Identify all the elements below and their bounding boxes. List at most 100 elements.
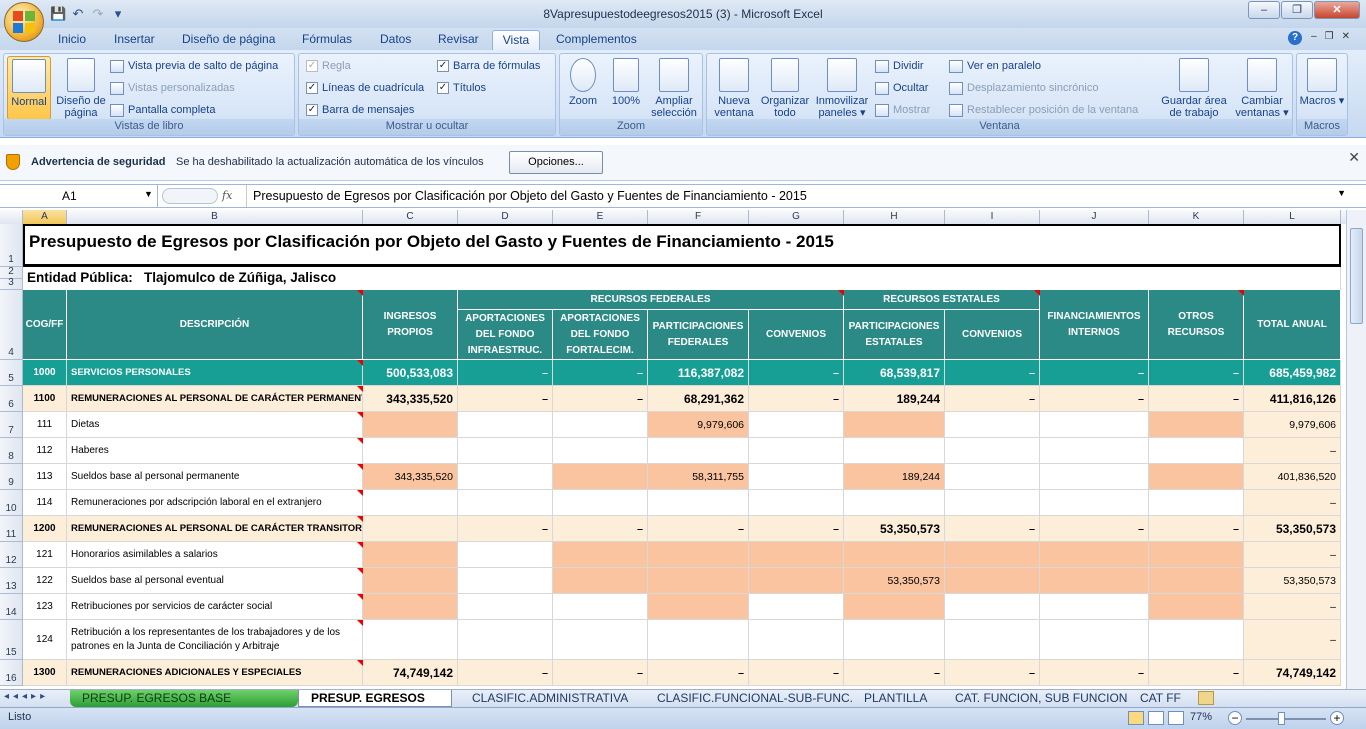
value-cell[interactable]: – — [553, 386, 648, 412]
value-cell[interactable] — [1040, 490, 1149, 516]
value-cell[interactable]: – — [553, 516, 648, 542]
value-cell[interactable] — [363, 594, 458, 620]
tab-formulas[interactable]: Fórmulas — [296, 30, 358, 50]
value-cell[interactable] — [363, 490, 458, 516]
value-cell[interactable]: 189,244 — [844, 464, 945, 490]
value-cell[interactable]: – — [1149, 386, 1244, 412]
sheet-tab[interactable]: CAT. FUNCION, SUB FUNCION — [943, 690, 1139, 707]
restore-button[interactable]: ❐ — [1281, 1, 1313, 19]
sheet-nav-icon[interactable]: ◂◂◂▸▸ — [4, 691, 49, 702]
value-cell[interactable] — [1149, 594, 1244, 620]
value-cell[interactable] — [363, 620, 458, 660]
zoom-100-button[interactable]: 100% — [608, 58, 644, 107]
row-header[interactable]: 15 — [0, 620, 23, 660]
value-cell[interactable]: – — [749, 360, 844, 386]
close-icon[interactable]: ✕ — [1348, 149, 1360, 166]
options-button[interactable]: Opciones... — [509, 151, 603, 174]
row-header[interactable]: 3 — [0, 277, 23, 290]
value-cell[interactable] — [553, 620, 648, 660]
formula-bar-handle[interactable] — [162, 188, 218, 204]
row-header[interactable]: 10 — [0, 490, 23, 516]
value-cell[interactable]: – — [1149, 516, 1244, 542]
value-cell[interactable] — [945, 568, 1040, 594]
value-cell[interactable]: 58,311,755 — [648, 464, 749, 490]
value-cell[interactable] — [553, 568, 648, 594]
header-cog[interactable]: COG/FF — [23, 290, 67, 360]
full-screen-button[interactable]: Pantalla completa — [110, 101, 215, 119]
row-header[interactable]: 11 — [0, 516, 23, 542]
customize-qat-icon[interactable]: ▾ — [110, 6, 126, 22]
column-header[interactable]: K — [1149, 210, 1244, 224]
insert-sheet-icon[interactable] — [1198, 691, 1214, 705]
value-cell[interactable]: – — [749, 516, 844, 542]
value-cell[interactable]: 68,539,817 — [844, 360, 945, 386]
tab-datos[interactable]: Datos — [374, 30, 417, 50]
value-cell[interactable]: – — [1040, 386, 1149, 412]
value-cell[interactable]: – — [1244, 594, 1341, 620]
split-button[interactable]: Dividir — [875, 57, 924, 75]
page-layout-icon[interactable] — [1148, 711, 1164, 725]
value-cell[interactable] — [945, 464, 1040, 490]
header-part-est[interactable]: PARTICIPACIONES ESTATALES — [844, 310, 945, 360]
zoom-in-icon[interactable]: + — [1330, 711, 1344, 725]
value-cell[interactable] — [648, 568, 749, 594]
value-cell[interactable]: 74,749,142 — [363, 660, 458, 686]
cog-code[interactable]: 121 — [23, 542, 67, 568]
value-cell[interactable]: – — [945, 660, 1040, 686]
insert-function-icon[interactable]: fx — [222, 185, 232, 207]
row-header[interactable]: 12 — [0, 542, 23, 568]
new-window-button[interactable]: Nueva ventana — [711, 58, 757, 119]
value-cell[interactable]: 343,335,520 — [363, 464, 458, 490]
value-cell[interactable] — [458, 568, 553, 594]
header-fondo-fort[interactable]: APORTACIONES DEL FONDO FORTALECIM. — [553, 310, 648, 360]
cog-code[interactable]: 1100 — [23, 386, 67, 412]
value-cell[interactable] — [553, 464, 648, 490]
value-cell[interactable] — [1149, 438, 1244, 464]
reset-position-button[interactable]: Restablecer posición de la ventana — [949, 101, 1138, 119]
value-cell[interactable]: – — [553, 360, 648, 386]
value-cell[interactable] — [1040, 542, 1149, 568]
value-cell[interactable] — [553, 594, 648, 620]
value-cell[interactable]: – — [648, 660, 749, 686]
header-descripcion[interactable]: DESCRIPCIÓN — [67, 290, 363, 360]
office-button[interactable] — [4, 2, 44, 42]
value-cell[interactable]: – — [1040, 516, 1149, 542]
entity-row[interactable]: Entidad Pública: Tlajomulco de Zúñiga, J… — [23, 267, 1341, 290]
header-conv-fed[interactable]: CONVENIOS — [749, 310, 844, 360]
value-cell[interactable]: 9,979,606 — [648, 412, 749, 438]
tab-insertar[interactable]: Insertar — [108, 30, 161, 50]
cog-code[interactable]: 123 — [23, 594, 67, 620]
select-all-corner[interactable] — [0, 210, 23, 224]
column-header[interactable]: C — [363, 210, 458, 224]
header-fondo-infra[interactable]: APORTACIONES DEL FONDO INFRAESTRUC. — [458, 310, 553, 360]
page-break-icon[interactable] — [1168, 711, 1184, 725]
value-cell[interactable] — [844, 412, 945, 438]
header-fin-int[interactable]: FINANCIAMIENTOS INTERNOS — [1040, 290, 1149, 360]
tab-vista[interactable]: Vista — [492, 30, 540, 50]
zoom-selection-button[interactable]: Ampliar selección — [648, 58, 700, 119]
value-cell[interactable] — [648, 594, 749, 620]
row-header[interactable]: 14 — [0, 594, 23, 620]
value-cell[interactable] — [363, 412, 458, 438]
value-cell[interactable] — [749, 438, 844, 464]
formula-bar-checkbox[interactable]: ✓ Barra de fórmulas — [437, 57, 540, 75]
row-header[interactable]: 16 — [0, 660, 23, 686]
headings-checkbox[interactable]: ✓ Títulos — [437, 79, 486, 97]
vertical-scrollbar[interactable] — [1346, 210, 1366, 689]
sheet-tab[interactable]: PLANTILLA — [852, 690, 939, 707]
cog-code[interactable]: 114 — [23, 490, 67, 516]
value-cell[interactable]: 685,459,982 — [1244, 360, 1341, 386]
value-cell[interactable] — [363, 568, 458, 594]
row-description[interactable]: Retribución a los representantes de los … — [67, 620, 363, 660]
row-description[interactable]: REMUNERACIONES AL PERSONAL DE CARÁCTER T… — [67, 516, 363, 542]
cog-code[interactable]: 1300 — [23, 660, 67, 686]
value-cell[interactable]: – — [648, 516, 749, 542]
close-button[interactable]: ✕ — [1314, 1, 1360, 19]
zoom-level[interactable]: 77% — [1190, 711, 1212, 723]
cog-code[interactable]: 1200 — [23, 516, 67, 542]
value-cell[interactable]: 9,979,606 — [1244, 412, 1341, 438]
value-cell[interactable] — [1040, 568, 1149, 594]
value-cell[interactable]: – — [458, 660, 553, 686]
worksheet-grid[interactable]: ABCDEFGHIJKL 1 2 3 4 5 6 7 8 9 10 11 12 13 14 15 16 Pres… — [0, 210, 1346, 689]
value-cell[interactable] — [844, 620, 945, 660]
